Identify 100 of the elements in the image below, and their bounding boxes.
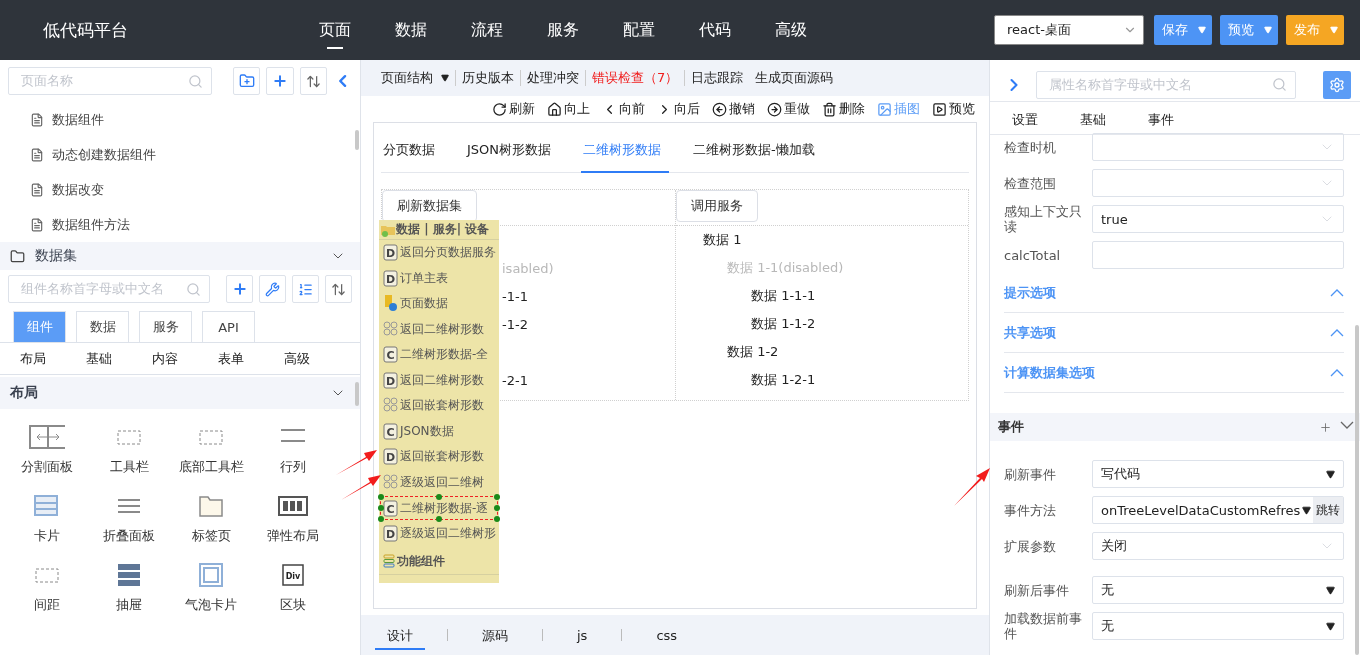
property-tab[interactable]: 基础	[1080, 111, 1106, 129]
events-header[interactable]: 事件	[990, 413, 1360, 441]
data-source-item[interactable]: 页面数据	[379, 291, 499, 317]
category-tab[interactable]: 高级	[284, 349, 350, 368]
data-source-item[interactable]: 返回二维树形数	[379, 316, 499, 342]
nav-tab[interactable]: 配置	[601, 11, 677, 49]
select-field[interactable]	[1092, 169, 1344, 197]
section-header[interactable]: 布局	[0, 377, 360, 409]
toolbar-action[interactable]: 删除	[822, 100, 865, 118]
menu-item[interactable]: 生成页面源码	[749, 70, 840, 86]
component-tile[interactable]: 卡片	[6, 494, 88, 545]
menu-item[interactable]: 处理冲突	[521, 70, 586, 86]
canvas-tab[interactable]: 二维树形数据	[581, 141, 670, 173]
nav-tab[interactable]: 代码	[677, 11, 753, 49]
method-field[interactable]: onTreeLevelDataCustomRefres 跳转	[1092, 496, 1344, 524]
toolbar-action[interactable]: 刷新	[492, 100, 535, 118]
dropdown-field[interactable]: 无	[1092, 612, 1344, 640]
list-sort-button[interactable]	[292, 275, 320, 303]
editor-tab[interactable]: js	[565, 622, 600, 648]
add-folder-button[interactable]	[233, 67, 261, 95]
sort-button[interactable]	[325, 275, 353, 303]
data-source-item[interactable]: 逐级返回二维树	[379, 469, 499, 495]
data-source-item[interactable]: C 二维树形数据-全	[379, 342, 499, 368]
data-source-item[interactable]: D 逐级返回二维树形	[379, 521, 499, 547]
nav-tab[interactable]: 流程	[449, 11, 525, 49]
dropdown-field[interactable]: 写代码	[1092, 460, 1344, 488]
component-tile[interactable]: Div 区块	[252, 563, 334, 614]
section-header[interactable]: 数据集	[0, 242, 360, 270]
canvas-tab[interactable]: JSON树形数据	[465, 141, 560, 173]
menu-item[interactable]: 历史版本	[456, 70, 521, 86]
component-tile[interactable]: 行列	[252, 425, 334, 476]
nav-tab[interactable]: 页面	[297, 11, 373, 49]
menu-item[interactable]: 页面结构	[375, 70, 456, 86]
resize-handle[interactable]	[436, 516, 442, 522]
component-tile[interactable]: 标签页	[170, 494, 252, 545]
panel-tab[interactable]: API	[202, 311, 255, 342]
add-button[interactable]	[226, 275, 254, 303]
page-list-item[interactable]: 数据组件	[0, 102, 360, 137]
data-source-item[interactable]: D 返回分页数据服务	[379, 240, 499, 266]
editor-tab[interactable]: css	[644, 622, 690, 648]
nav-tab[interactable]: 高级	[753, 11, 829, 49]
toolbar-action[interactable]: 重做	[767, 100, 810, 118]
toolbar-action[interactable]: 向后	[657, 100, 700, 118]
category-tab[interactable]: 布局	[20, 349, 86, 368]
toolbar-action[interactable]: 向前	[602, 100, 645, 118]
page-list-item[interactable]: 数据改变	[0, 172, 360, 207]
editor-tab[interactable]: 源码	[470, 620, 520, 650]
component-tile[interactable]: 分割面板	[6, 425, 88, 476]
category-tab[interactable]: 基础	[86, 349, 152, 368]
panel-tab[interactable]: 数据	[76, 311, 129, 342]
menu-item[interactable]: 错误检查（7）	[586, 70, 686, 86]
toolbar-action[interactable]: 向上	[547, 100, 590, 118]
data-source-item[interactable]: C JSON数据	[379, 418, 499, 444]
panel-tab[interactable]: 服务	[139, 311, 192, 342]
dropdown-field[interactable]: 无	[1092, 576, 1344, 604]
menu-item[interactable]: 日志跟踪	[685, 70, 750, 86]
resize-handle[interactable]	[436, 494, 442, 500]
add-icon[interactable]	[1319, 420, 1332, 434]
scrollbar-thumb[interactable]	[355, 130, 359, 150]
page-list-item[interactable]: 动态创建数据组件	[0, 137, 360, 172]
data-source-item[interactable]: D 返回嵌套树形数	[379, 444, 499, 470]
section-title: 计算数据集选项	[1004, 363, 1095, 382]
data-source-item[interactable]: C 二维树形数据-逐	[379, 495, 499, 521]
scrollbar-thumb[interactable]	[355, 382, 359, 406]
call-service-button[interactable]: 调用服务	[676, 190, 758, 222]
component-tile[interactable]: 折叠面板	[88, 494, 170, 545]
wrench-button[interactable]	[259, 275, 287, 303]
component-tile[interactable]: 气泡卡片	[170, 563, 252, 614]
data-source-item[interactable]: 返回嵌套树形数	[379, 393, 499, 419]
nav-tab[interactable]: 服务	[525, 11, 601, 49]
page-list-item[interactable]: 数据组件方法	[0, 207, 360, 242]
select-field[interactable]	[1092, 133, 1344, 161]
component-tile[interactable]: 工具栏	[88, 425, 170, 476]
category-tab[interactable]: 内容	[152, 349, 218, 368]
jump-button[interactable]: 跳转	[1313, 497, 1343, 523]
category-tab[interactable]: 表单	[218, 349, 284, 368]
toolbar-action[interactable]: 预览	[932, 100, 975, 118]
editor-tab[interactable]: 设计	[375, 620, 425, 650]
data-source-item[interactable]: D 订单主表	[379, 265, 499, 291]
refresh-dataset-button[interactable]: 刷新数据集	[382, 190, 477, 222]
component-tile[interactable]: 间距	[6, 563, 88, 614]
add-button[interactable]	[266, 67, 294, 95]
settings-button[interactable]	[1323, 70, 1351, 99]
input-field[interactable]	[1092, 241, 1344, 269]
component-tile[interactable]: 底部工具栏	[170, 425, 252, 476]
select-field[interactable]: true	[1092, 205, 1344, 233]
data-source-item[interactable]: D 返回二维树形数	[379, 367, 499, 393]
component-tile[interactable]: 抽屉	[88, 563, 170, 614]
scrollbar-thumb[interactable]	[1355, 325, 1359, 655]
property-tab[interactable]: 设置	[1012, 111, 1038, 129]
stack-icon	[383, 554, 395, 568]
canvas-tab[interactable]: 分页数据	[381, 141, 443, 173]
component-tile[interactable]: 弹性布局	[252, 494, 334, 545]
select-field[interactable]: 关闭	[1092, 532, 1344, 560]
toolbar-action[interactable]: 撤销	[712, 100, 755, 118]
app-select[interactable]: react-桌面	[994, 15, 1144, 45]
property-tab[interactable]: 事件	[1148, 111, 1174, 129]
sort-button[interactable]	[299, 67, 327, 95]
nav-tab[interactable]: 数据	[373, 11, 449, 49]
canvas-tab[interactable]: 二维树形数据-懒加载	[691, 141, 823, 173]
